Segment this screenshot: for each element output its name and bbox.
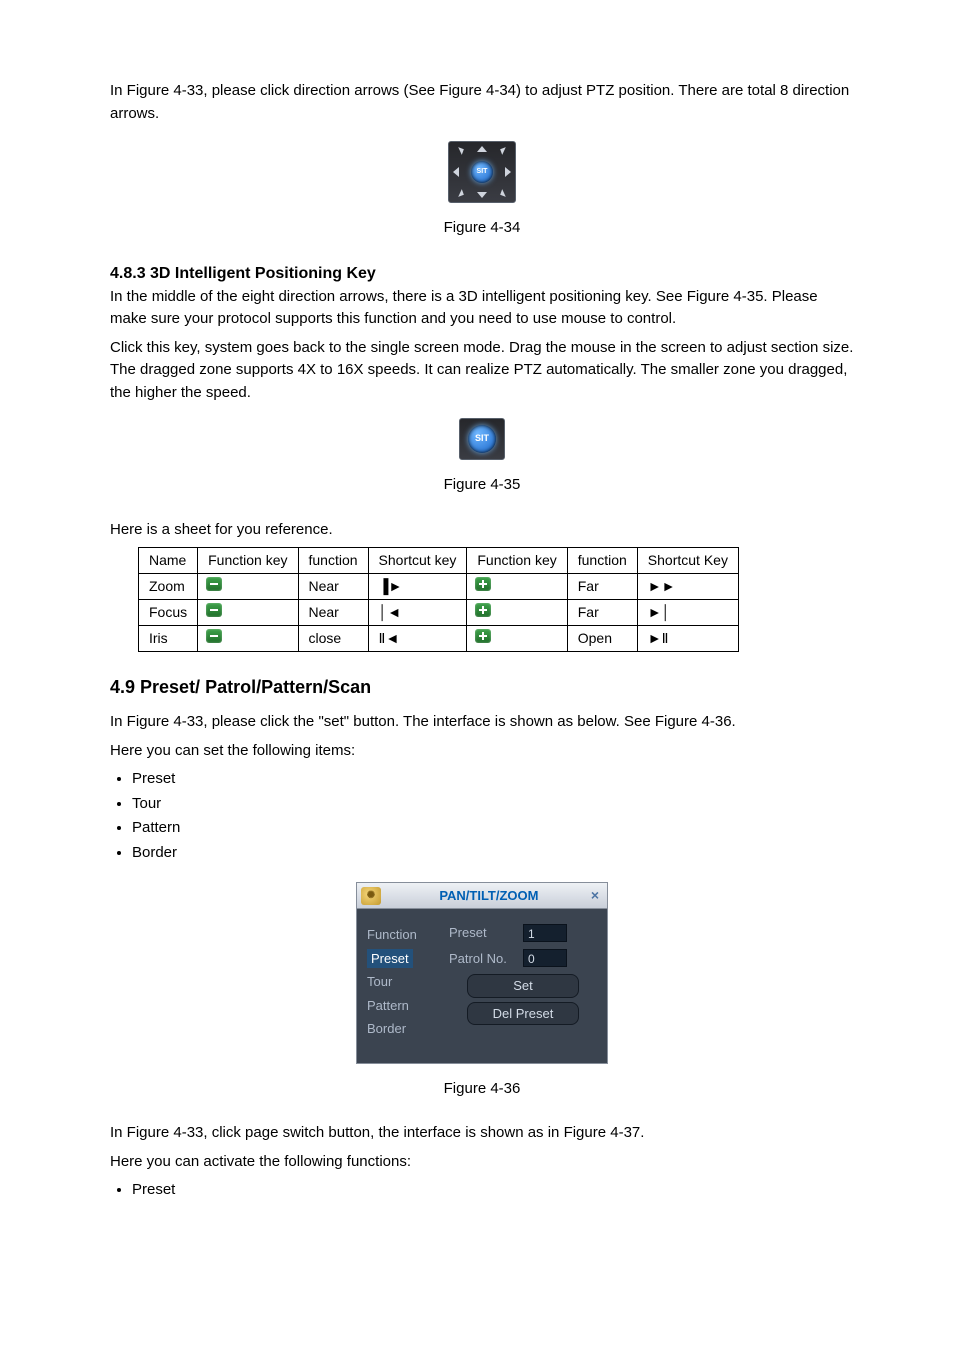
sit-key-icon: SIT bbox=[471, 161, 493, 183]
list-item: Preset bbox=[132, 1179, 854, 1202]
section-49-p4: Here you can activate the following func… bbox=[110, 1151, 854, 1174]
sit-key-icon: SIT bbox=[468, 425, 496, 453]
row-name: Iris bbox=[139, 626, 198, 652]
row-func-2: Open bbox=[567, 626, 637, 652]
row-func: Near bbox=[298, 574, 368, 600]
close-icon[interactable]: × bbox=[591, 885, 603, 906]
activate-functions-list: Preset bbox=[110, 1179, 854, 1202]
row-shortcut: Ⅱ◄ bbox=[368, 626, 467, 652]
arrow-left-icon bbox=[453, 167, 459, 177]
preset-input[interactable]: 1 bbox=[523, 924, 567, 942]
figure-caption-35: Figure 4-35 bbox=[110, 474, 854, 497]
table-row: Iris close Ⅱ◄ Open ►Ⅱ bbox=[139, 626, 739, 652]
section-49-p3: In Figure 4-33, click page switch button… bbox=[110, 1122, 854, 1145]
sidebar-item-border[interactable]: Border bbox=[367, 1017, 449, 1041]
app-logo-icon: ✺ bbox=[361, 887, 381, 905]
row-shortcut-2: ►Ⅱ bbox=[637, 626, 738, 652]
arrow-downright-icon bbox=[500, 189, 508, 197]
section-49-p2: Here you can set the following items: bbox=[110, 740, 854, 763]
figure-caption-36: Figure 4-36 bbox=[110, 1078, 854, 1101]
th-function-key-2: Function key bbox=[467, 548, 567, 574]
dialog-title: PAN/TILT/ZOOM bbox=[387, 886, 591, 906]
plus-icon bbox=[475, 603, 491, 617]
section-483-p2: Click this key, system goes back to the … bbox=[110, 337, 854, 405]
list-item: Border bbox=[132, 842, 854, 865]
del-preset-button[interactable]: Del Preset bbox=[467, 1002, 579, 1026]
plus-icon bbox=[475, 629, 491, 643]
reference-table: Name Function key function Shortcut key … bbox=[138, 547, 739, 652]
row-name: Focus bbox=[139, 600, 198, 626]
intro-paragraph: In Figure 4-33, please click direction a… bbox=[110, 80, 854, 125]
list-item: Preset bbox=[132, 768, 854, 791]
row-shortcut-2: ►► bbox=[637, 574, 738, 600]
row-name: Zoom bbox=[139, 574, 198, 600]
set-items-list: Preset Tour Pattern Border bbox=[110, 768, 854, 864]
pan-tilt-zoom-dialog: ✺ PAN/TILT/ZOOM × Function Preset Tour P… bbox=[356, 882, 608, 1064]
table-intro: Here is a sheet for you reference. bbox=[110, 519, 854, 542]
list-item: Tour bbox=[132, 793, 854, 816]
th-function: function bbox=[298, 548, 368, 574]
row-func: Near bbox=[298, 600, 368, 626]
section-49-p1: In Figure 4-33, please click the "set" b… bbox=[110, 711, 854, 734]
row-func-2: Far bbox=[567, 574, 637, 600]
row-func-2: Far bbox=[567, 600, 637, 626]
arrow-up-icon bbox=[477, 146, 487, 152]
arrow-down-icon bbox=[477, 192, 487, 198]
th-shortcut-key-2: Shortcut Key bbox=[637, 548, 738, 574]
dialog-titlebar: ✺ PAN/TILT/ZOOM × bbox=[357, 883, 607, 909]
th-function-2: function bbox=[567, 548, 637, 574]
set-button[interactable]: Set bbox=[467, 974, 579, 998]
row-func: close bbox=[298, 626, 368, 652]
minus-icon bbox=[206, 629, 222, 643]
sidebar-item-tour[interactable]: Tour bbox=[367, 970, 449, 994]
patrol-input[interactable]: 0 bbox=[523, 949, 567, 967]
row-shortcut: │◄ bbox=[368, 600, 467, 626]
preset-label: Preset bbox=[449, 923, 523, 943]
arrow-upleft-icon bbox=[456, 147, 464, 155]
direction-arrows-figure: SIT bbox=[448, 141, 516, 203]
minus-icon bbox=[206, 577, 222, 591]
table-row: Zoom Near ▐► Far ►► bbox=[139, 574, 739, 600]
arrow-upright-icon bbox=[500, 147, 508, 155]
list-item: Pattern bbox=[132, 817, 854, 840]
sidebar-item-function[interactable]: Function bbox=[367, 923, 449, 947]
minus-icon bbox=[206, 603, 222, 617]
figure-caption-34: Figure 4-34 bbox=[110, 217, 854, 240]
row-shortcut: ▐► bbox=[368, 574, 467, 600]
patrol-label: Patrol No. bbox=[449, 949, 523, 969]
sit-key-figure: SIT bbox=[459, 418, 505, 460]
th-function-key: Function key bbox=[198, 548, 298, 574]
section-49-title: 4.9 Preset/ Patrol/Pattern/Scan bbox=[110, 674, 854, 701]
th-name: Name bbox=[139, 548, 198, 574]
section-483-p1: In the middle of the eight direction arr… bbox=[110, 286, 854, 331]
plus-icon bbox=[475, 577, 491, 591]
arrow-downleft-icon bbox=[456, 189, 464, 197]
sidebar-item-preset[interactable]: Preset bbox=[367, 947, 449, 971]
arrow-right-icon bbox=[505, 167, 511, 177]
sidebar-item-pattern[interactable]: Pattern bbox=[367, 994, 449, 1018]
section-483-title: 4.8.3 3D Intelligent Positioning Key bbox=[110, 262, 854, 286]
row-shortcut-2: ►│ bbox=[637, 600, 738, 626]
table-row: Focus Near │◄ Far ►│ bbox=[139, 600, 739, 626]
th-shortcut-key: Shortcut key bbox=[368, 548, 467, 574]
function-list: Function Preset Tour Pattern Border bbox=[367, 923, 449, 1041]
